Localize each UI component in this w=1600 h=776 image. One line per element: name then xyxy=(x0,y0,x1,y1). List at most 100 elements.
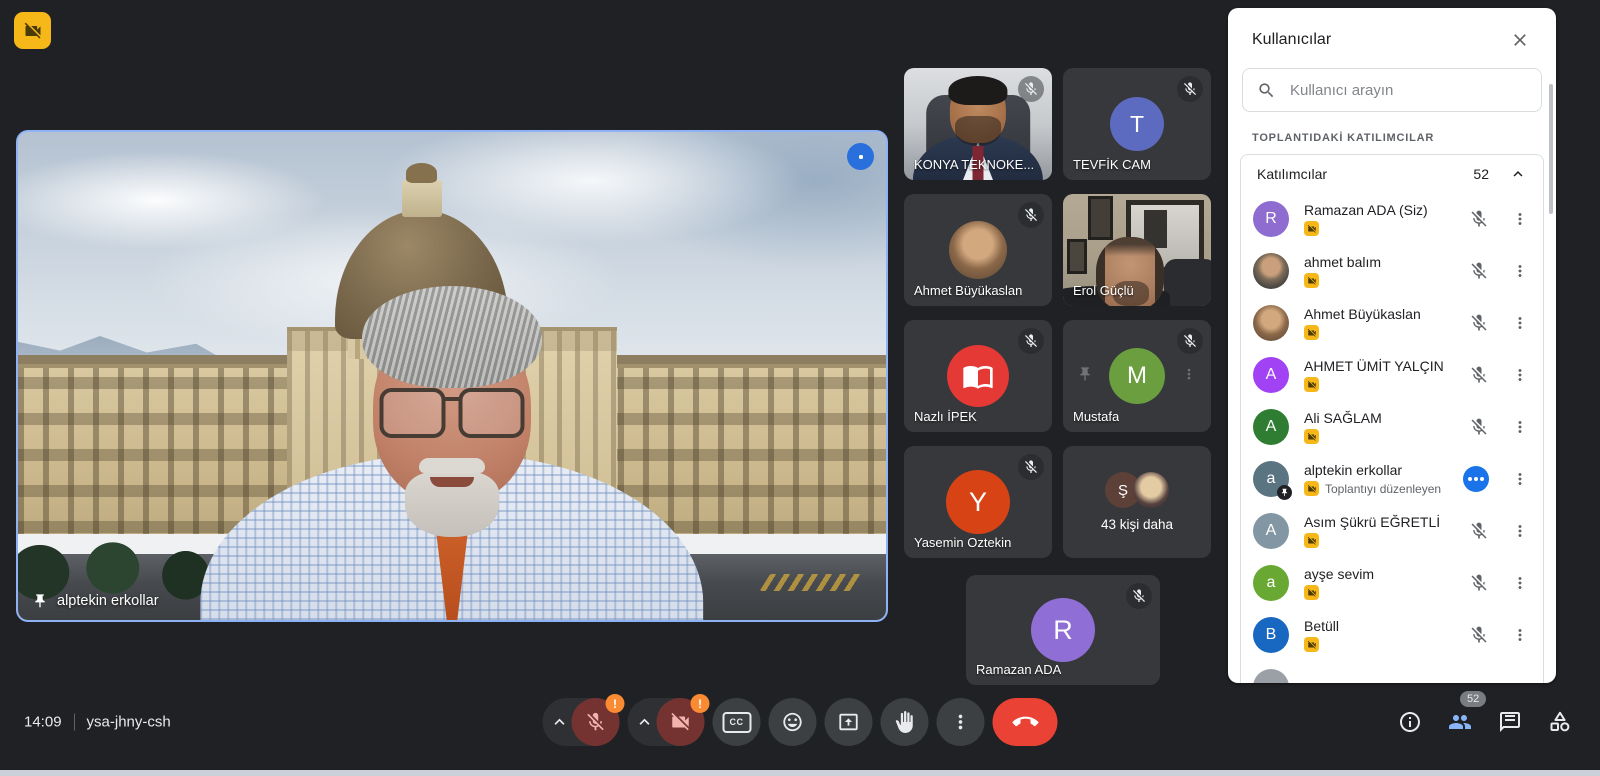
mic-muted-icon xyxy=(1469,573,1489,593)
participant-more-button[interactable] xyxy=(1511,366,1529,384)
participant-name: Ahmet Büyükaslan xyxy=(1304,306,1461,322)
meeting-info: 14:09 ysa-jhny-csh xyxy=(24,714,171,731)
participants-group: Katılımcılar 52 RRamazan ADA (Siz)ahmet … xyxy=(1240,154,1544,683)
video-tile[interactable]: Ahmet Büyükaslan xyxy=(904,194,1052,306)
video-tile-grid: KONYA TEKNOKE...TTEVFİK CAMAhmet Büyükas… xyxy=(904,68,1211,558)
google-meet-window: alptekin erkollar KONYA TEKNOKE...TTEVFİ… xyxy=(0,0,1600,776)
participant-more-button[interactable] xyxy=(1511,210,1529,228)
participant-more-button[interactable] xyxy=(1511,626,1529,644)
more-vert-icon xyxy=(1511,470,1529,488)
mic-muted-icon xyxy=(1469,521,1489,541)
mic-muted-icon xyxy=(1182,333,1198,349)
camera-off-badge xyxy=(1304,273,1319,288)
present-screen-icon xyxy=(838,711,860,733)
chevron-up-icon xyxy=(1509,165,1527,183)
video-tile[interactable]: KONYA TEKNOKE... xyxy=(904,68,1052,180)
camera-off-icon xyxy=(1307,536,1317,546)
panel-title: Kullanıcılar xyxy=(1252,31,1331,49)
call-end-icon xyxy=(1012,709,1038,735)
list-item-partial xyxy=(1241,661,1543,683)
video-tile[interactable]: Erol Güçlü xyxy=(1063,194,1211,306)
more-vert-icon[interactable] xyxy=(1181,366,1197,382)
mic-muted-icon xyxy=(1469,209,1489,229)
video-tile[interactable]: MMustafa xyxy=(1063,320,1211,432)
main-video-tile[interactable]: alptekin erkollar xyxy=(16,130,888,622)
meeting-details-button[interactable] xyxy=(1398,710,1422,734)
camera-off-icon xyxy=(1307,432,1317,442)
pin-icon xyxy=(1280,488,1289,497)
participant-more-button[interactable] xyxy=(1511,470,1529,488)
video-tile[interactable]: RRamazan ADA xyxy=(966,575,1160,685)
participant-row: AAli SAĞLAM xyxy=(1241,401,1543,453)
tile-name-label: TEVFİK CAM xyxy=(1073,157,1151,172)
video-tile[interactable]: Ş43 kişi daha xyxy=(1063,446,1211,558)
camera-warning-badge: ! xyxy=(691,694,710,713)
main-video-name: alptekin erkollar xyxy=(57,593,159,609)
camera-off-icon xyxy=(1307,484,1317,494)
participant-more-button[interactable] xyxy=(1511,574,1529,592)
clock: 14:09 xyxy=(24,714,62,731)
mic-muted-icon xyxy=(1023,333,1039,349)
participants-group-header[interactable]: Katılımcılar 52 xyxy=(1241,155,1543,193)
mic-muted-icon xyxy=(1469,625,1489,645)
activities-button[interactable] xyxy=(1548,710,1572,734)
participant-more-button[interactable] xyxy=(1511,418,1529,436)
avatar xyxy=(947,345,1009,407)
camera-off-badge xyxy=(1304,637,1319,652)
camera-off-badge xyxy=(1304,481,1319,496)
camera-off-icon xyxy=(1307,640,1317,650)
audio-activity-indicator[interactable] xyxy=(847,143,874,170)
avatar: a xyxy=(1253,461,1289,497)
participant-name: Ramazan ADA (Siz) xyxy=(1304,202,1461,218)
mic-options-chevron[interactable] xyxy=(550,712,570,732)
pin-icon[interactable] xyxy=(1077,366,1093,382)
scrollbar-thumb[interactable] xyxy=(1549,84,1553,214)
end-call-button[interactable] xyxy=(993,698,1058,746)
participant-name: ayşe sevim xyxy=(1304,566,1461,582)
bottom-control-bar: 14:09 ysa-jhny-csh ! ! CC xyxy=(0,690,1600,754)
more-vert-icon xyxy=(1511,574,1529,592)
avatar: B xyxy=(1253,617,1289,653)
collapse-button[interactable] xyxy=(1509,165,1527,183)
participant-more-button[interactable] xyxy=(1511,314,1529,332)
raise-hand-button[interactable] xyxy=(881,698,929,746)
camera-control-group: ! xyxy=(628,698,705,746)
video-tile[interactable]: YYasemin Oztekin xyxy=(904,446,1052,558)
video-tile[interactable]: Nazlı İPEK xyxy=(904,320,1052,432)
participant-row: RRamazan ADA (Siz) xyxy=(1241,193,1543,245)
participant-search[interactable] xyxy=(1242,68,1542,112)
close-panel-button[interactable] xyxy=(1508,28,1532,52)
tile-name-label: Yasemin Oztekin xyxy=(914,535,1011,550)
participant-row: AAHMET ÜMİT YALÇIN xyxy=(1241,349,1543,401)
participant-count: 52 xyxy=(1473,166,1489,182)
chat-button[interactable] xyxy=(1498,710,1522,734)
info-icon xyxy=(1398,710,1422,734)
mic-toggle-button[interactable]: ! xyxy=(572,698,620,746)
mic-muted-icon xyxy=(1131,588,1147,604)
more-vert-icon xyxy=(1511,418,1529,436)
avatar xyxy=(1253,305,1289,341)
show-participants-button[interactable]: 52 xyxy=(1448,710,1472,734)
tile-name-label: Ramazan ADA xyxy=(976,662,1061,677)
activities-icon xyxy=(1548,710,1572,734)
participant-more-button[interactable] xyxy=(1511,262,1529,280)
reactions-button[interactable] xyxy=(769,698,817,746)
more-vert-icon xyxy=(1511,366,1529,384)
camera-toggle-button[interactable]: ! xyxy=(657,698,705,746)
video-tile[interactable]: TTEVFİK CAM xyxy=(1063,68,1211,180)
main-video-name-label: alptekin erkollar xyxy=(32,593,159,609)
participants-panel: Kullanıcılar TOPLANTIDAKİ KATILIMCILAR K… xyxy=(1228,8,1556,683)
pin-icon xyxy=(32,593,48,609)
participant-row: ahmet balım xyxy=(1241,245,1543,297)
search-input[interactable] xyxy=(1288,81,1527,100)
more-options-button[interactable] xyxy=(937,698,985,746)
mic-control-group: ! xyxy=(543,698,620,746)
participant-count-badge: 52 xyxy=(1460,691,1486,707)
captions-button[interactable]: CC xyxy=(713,698,761,746)
camera-off-badge xyxy=(1304,221,1319,236)
participant-more-button[interactable] xyxy=(1511,522,1529,540)
present-button[interactable] xyxy=(825,698,873,746)
mic-muted-icon xyxy=(1023,207,1039,223)
section-label: TOPLANTIDAKİ KATILIMCILAR xyxy=(1252,132,1532,144)
camera-options-chevron[interactable] xyxy=(635,712,655,732)
